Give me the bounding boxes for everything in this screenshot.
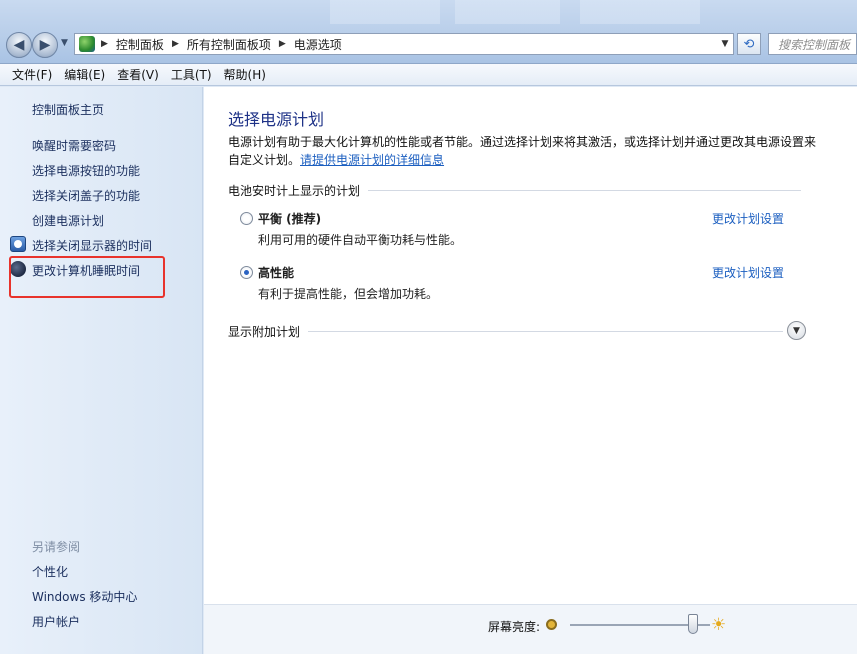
brightness-low-icon — [546, 619, 557, 630]
menu-help[interactable]: 帮助(H) — [218, 66, 272, 83]
plan-balanced-desc: 利用可用的硬件自动平衡功耗与性能。 — [258, 233, 463, 247]
chevron-right-icon[interactable]: ▶ — [279, 39, 286, 49]
group-label: 电池安时计上显示的计划 — [228, 184, 361, 198]
search-placeholder: 搜索控制面板 — [778, 37, 851, 52]
breadcrumb-all-items[interactable]: 所有控制面板项 — [187, 36, 271, 53]
plan-high-performance-desc: 有利于提高性能，但会增加功耗。 — [258, 287, 439, 301]
chevron-right-icon[interactable]: ▶ — [172, 39, 179, 49]
page-description: 电源计划有助于最大化计算机的性能或者节能。通过选择计划来将其激活，或选择计划并通… — [228, 133, 818, 169]
refresh-button[interactable]: ⟲ — [737, 33, 761, 55]
more-plans-label[interactable]: 显示附加计划 — [228, 323, 300, 340]
breadcrumb-power-options[interactable]: 电源选项 — [294, 36, 342, 53]
menu-edit[interactable]: 编辑(E) — [58, 66, 111, 83]
plan-balanced-settings-link[interactable]: 更改计划设置 — [712, 210, 784, 227]
highlight-annotation — [9, 256, 165, 298]
see-also-mobility-center[interactable]: Windows 移动中心 — [32, 588, 137, 605]
control-panel-icon — [79, 36, 95, 52]
plan-balanced-name[interactable]: 平衡 (推荐) — [258, 210, 321, 227]
brightness-high-icon: ☀ — [711, 615, 727, 635]
display-clock-icon — [10, 236, 26, 252]
forward-arrow-icon: ▶ — [39, 37, 51, 53]
address-bar[interactable]: ▶ 控制面板 ▶ 所有控制面板项 ▶ 电源选项 ▼ — [74, 33, 734, 55]
brightness-slider-thumb[interactable] — [688, 614, 699, 634]
chevron-down-icon: ▼ — [793, 325, 800, 336]
expand-additional-plans-button[interactable]: ▼ — [787, 321, 806, 340]
sidebar-link-home[interactable]: 控制面板主页 — [32, 101, 104, 118]
plan-high-performance-name[interactable]: 高性能 — [258, 264, 294, 281]
sidebar-link-wake-password[interactable]: 唤醒时需要密码 — [32, 137, 116, 154]
sidebar-link-display-off[interactable]: 选择关闭显示器的时间 — [32, 237, 152, 254]
plan-high-performance-settings-link[interactable]: 更改计划设置 — [712, 264, 784, 281]
sidebar-link-create-plan[interactable]: 创建电源计划 — [32, 212, 104, 229]
plan-balanced-radio[interactable] — [240, 212, 253, 225]
main-content: 选择电源计划 电源计划有助于最大化计算机的性能或者节能。通过选择计划来将其激活，… — [204, 87, 857, 604]
plan-details-link[interactable]: 请提供电源计划的详细信息 — [300, 153, 444, 167]
more-plans-divider — [308, 331, 783, 332]
see-also-heading: 另请参阅 — [32, 540, 81, 554]
left-task-pane: 控制面板主页 唤醒时需要密码 选择电源按钮的功能 选择关闭盖子的功能 创建电源计… — [0, 87, 203, 654]
sidebar-link-lid-close[interactable]: 选择关闭盖子的功能 — [32, 187, 140, 204]
additional-plans-group[interactable]: 显示附加计划 — [228, 323, 783, 340]
menu-tools[interactable]: 工具(T) — [165, 66, 218, 83]
menu-file[interactable]: 文件(F) — [6, 66, 58, 83]
breadcrumb-control-panel[interactable]: 控制面板 — [116, 36, 164, 53]
search-input[interactable]: 搜索控制面板 — [768, 33, 857, 55]
group-divider — [368, 190, 801, 191]
refresh-icon: ⟲ — [743, 36, 755, 52]
see-also-personalization[interactable]: 个性化 — [32, 563, 68, 580]
page-title: 选择电源计划 — [228, 110, 325, 129]
brightness-bar: 屏幕亮度: ☀ — [204, 604, 857, 654]
menu-bar: 文件(F) 编辑(E) 查看(V) 工具(T) 帮助(H) — [0, 64, 857, 86]
forward-button[interactable]: ▶ — [32, 32, 58, 58]
back-button[interactable]: ◀ — [6, 32, 32, 58]
sidebar-link-power-button[interactable]: 选择电源按钮的功能 — [32, 162, 140, 179]
chevron-right-icon[interactable]: ▶ — [101, 39, 108, 49]
background-windows — [0, 0, 857, 24]
see-also-user-accounts[interactable]: 用户帐户 — [32, 613, 80, 630]
plan-high-performance-radio[interactable] — [240, 266, 253, 279]
battery-plans-group: 电池安时计上显示的计划 — [228, 182, 801, 199]
back-arrow-icon: ◀ — [13, 37, 25, 53]
window-header: ◀ ▶ ▼ ▶ 控制面板 ▶ 所有控制面板项 ▶ 电源选项 ▼ ⟲ 搜索控制面板 — [0, 0, 857, 64]
brightness-label: 屏幕亮度: — [488, 620, 541, 634]
address-dropdown-icon[interactable]: ▼ — [717, 34, 733, 54]
menu-view[interactable]: 查看(V) — [111, 66, 165, 83]
recent-pages-dropdown[interactable]: ▼ — [61, 38, 68, 48]
